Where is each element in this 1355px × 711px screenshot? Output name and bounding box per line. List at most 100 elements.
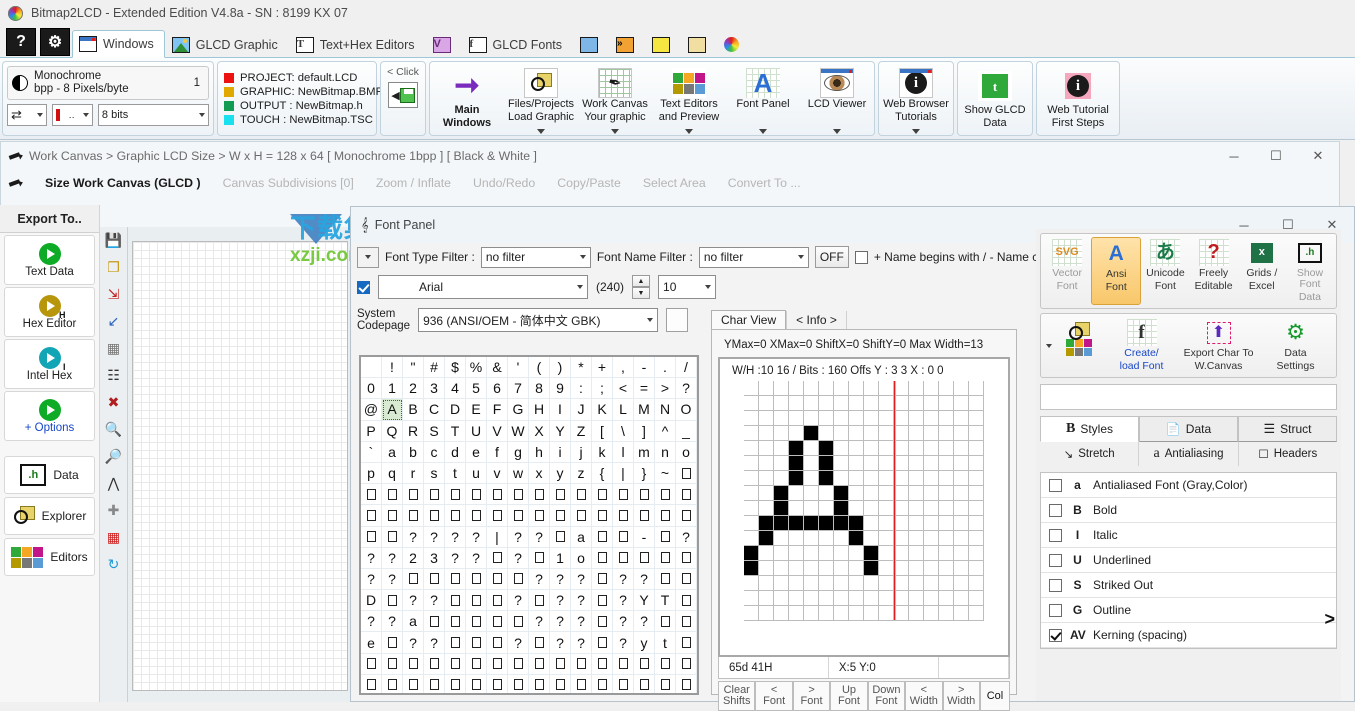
char-cell[interactable] [592,632,613,653]
char-cell[interactable] [676,505,697,526]
char-cell[interactable]: ? [550,590,571,611]
char-cell[interactable]: > [655,378,676,399]
bitmap-pixel[interactable] [864,516,879,531]
bitmap-pixel[interactable] [789,381,804,396]
bitmap-pixel[interactable] [744,561,759,576]
char-cell[interactable]: E [466,399,487,420]
bitmap-pixel[interactable] [909,531,924,546]
char-cell[interactable]: r [403,463,424,484]
bitmap-pixel[interactable] [894,531,909,546]
bitmap-pixel[interactable] [819,471,834,486]
refresh-icon[interactable]: ↻ [104,554,124,574]
char-cell[interactable] [676,654,697,675]
char-cell[interactable] [508,484,529,505]
style-row[interactable]: GOutline [1041,598,1336,623]
bitmap-pixel[interactable] [759,501,774,516]
bitmap-pixel[interactable] [849,396,864,411]
bitmap-pixel[interactable] [759,591,774,606]
bitmap-pixel[interactable] [789,441,804,456]
export-char-to-canvas-button[interactable]: ⬆ Export Char To W.Canvas [1180,317,1257,374]
chevron-down-icon[interactable] [611,129,619,134]
char-cell[interactable] [361,675,382,695]
export-intel-hex-button[interactable]: I Intel Hex [4,339,95,389]
char-cell[interactable] [676,463,697,484]
char-cell[interactable]: o [676,442,697,463]
bitmap-pixel[interactable] [819,411,834,426]
char-cell[interactable]: ^ [655,421,676,442]
bitmap-pixel[interactable] [879,441,894,456]
bitmap-pixel[interactable] [774,486,789,501]
char-cell[interactable] [445,569,466,590]
bitmap-pixel[interactable] [759,546,774,561]
char-cell[interactable]: ` [361,442,382,463]
char-cell[interactable]: @ [361,399,382,420]
bitmap-pixel[interactable] [804,576,819,591]
char-cell[interactable]: a [403,611,424,632]
bitmap-pixel[interactable] [879,381,894,396]
bitmap-pixel[interactable] [789,576,804,591]
char-cell[interactable] [403,675,424,695]
style-row[interactable]: UUnderlined [1041,548,1336,573]
char-cell[interactable] [550,675,571,695]
char-cell[interactable]: . [655,357,676,378]
char-cell[interactable]: ? [382,569,403,590]
bitmap-pixel[interactable] [939,606,954,621]
bitmap-pixel[interactable] [954,501,969,516]
char-cell[interactable]: 9 [550,378,571,399]
bitmap-pixel[interactable] [789,456,804,471]
char-cell[interactable]: M [634,399,655,420]
help-button[interactable]: ? [6,28,36,56]
bitmap-pixel[interactable] [774,501,789,516]
bitmap-pixel[interactable] [864,426,879,441]
char-cell[interactable] [445,675,466,695]
char-cell[interactable]: b [403,442,424,463]
char-cell[interactable] [634,505,655,526]
bitmap-pixel[interactable] [954,396,969,411]
char-cell[interactable] [613,484,634,505]
bitmap-pixel[interactable] [849,591,864,606]
char-cell[interactable]: N [655,399,676,420]
style-checkbox[interactable] [1049,479,1062,492]
char-cell[interactable]: d [445,442,466,463]
char-cell[interactable] [508,654,529,675]
char-cell[interactable] [634,548,655,569]
bitmap-pixel[interactable] [744,426,759,441]
tab-fast-forward[interactable]: » [609,30,645,58]
bitmap-pixel[interactable] [819,576,834,591]
char-cell[interactable]: ? [529,611,550,632]
bitmap-pixel[interactable] [819,516,834,531]
char-cell[interactable]: ; [592,378,613,399]
char-cell[interactable] [634,484,655,505]
bitmap-pixel[interactable] [804,561,819,576]
style-checkbox[interactable] [1049,554,1062,567]
char-cell[interactable] [655,611,676,632]
tab-glcd-graphic[interactable]: GLCD Graphic [165,30,289,58]
bitmap-pixel[interactable] [924,606,939,621]
char-cell[interactable] [361,654,382,675]
char-cell[interactable]: Y [550,421,571,442]
char-cell[interactable]: | [613,463,634,484]
char-cell[interactable] [676,675,697,695]
char-cell[interactable]: ? [361,548,382,569]
menu-item-convert-to[interactable]: Convert To ... [728,176,801,190]
bitmap-pixel[interactable] [879,456,894,471]
char-cell[interactable]: U [466,421,487,442]
char-cell[interactable]: I [550,399,571,420]
tab-struct[interactable]: ☰ Struct [1238,416,1337,442]
bitmap-pixel[interactable] [864,591,879,606]
bitmap-pixel[interactable] [789,501,804,516]
bitmap-pixel[interactable] [774,471,789,486]
bitmap-pixel[interactable] [804,471,819,486]
bitmap-pixel[interactable] [924,456,939,471]
char-cell[interactable]: X [529,421,550,442]
style-row[interactable]: aAntialiased Font (Gray,Color) [1041,473,1336,498]
bitmap-pixel[interactable] [834,396,849,411]
font-panel-button[interactable]: A Font Panel [726,62,800,135]
bitmap-pixel[interactable] [909,396,924,411]
char-cell[interactable]: c [424,442,445,463]
char-cell[interactable] [655,527,676,548]
bitmap-pixel[interactable] [924,486,939,501]
char-cell[interactable] [529,632,550,653]
char-cell[interactable]: ? [613,611,634,632]
char-cell[interactable]: s [424,463,445,484]
